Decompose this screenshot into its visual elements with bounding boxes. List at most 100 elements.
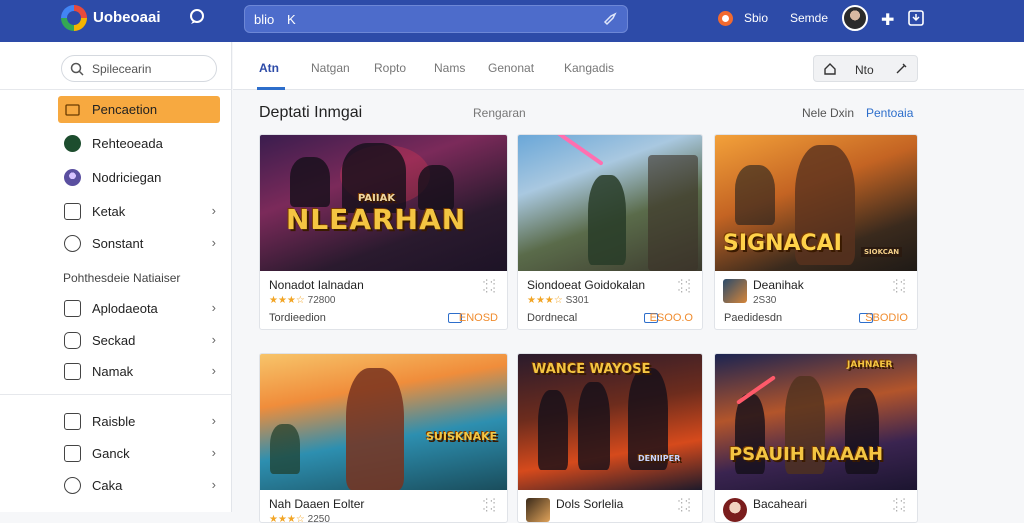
record-icon[interactable] — [718, 11, 733, 26]
game-title: Deanihak — [753, 278, 804, 292]
folder-icon — [64, 445, 81, 462]
game-price: ESOO.O — [649, 312, 693, 324]
tab-2[interactable]: Ropto — [374, 61, 406, 75]
game-cover-image: PAIIAK NLEARHAN — [260, 135, 507, 271]
edit-icon — [64, 413, 81, 430]
app-icon — [64, 300, 81, 317]
search-value: blio — [254, 12, 275, 27]
chevron-right-icon: › — [211, 332, 216, 347]
sidebar-item-label: Ketak — [92, 204, 126, 219]
game-card[interactable]: PAIIAK NLEARHAN Nonadot Ialnadan ★★★☆ 72… — [259, 134, 508, 330]
cover-art-title: SIGNACAI — [723, 231, 842, 256]
cover-art-title: SUISKNAKE — [426, 430, 498, 443]
game-card[interactable]: SUISKNAKE Nah Daaen Eolter ★★★☆ 2250 ⁖⁖ ⁖… — [259, 353, 508, 523]
game-thumbnail — [526, 498, 550, 522]
edit-icon — [895, 62, 908, 80]
game-card[interactable]: Siondoeat Goidokalan ★★★☆ S301 Dordnecal… — [517, 134, 703, 330]
game-price: ENOSD — [458, 312, 498, 324]
cover-art-title: WANCE WAYOSE — [532, 362, 651, 377]
chevron-right-icon: › — [211, 300, 216, 315]
rating-text: 2S30 — [753, 295, 777, 306]
header-link-1[interactable]: Sbio — [744, 11, 768, 25]
search-input[interactable]: blio K — [244, 5, 628, 33]
chat-icon[interactable] — [188, 8, 206, 31]
tab-5[interactable]: Kangadis — [564, 61, 614, 75]
game-title: Nah Daaen Eolter — [269, 497, 365, 511]
tab-1[interactable]: Natgan — [311, 61, 350, 75]
sidebar-item-label: Aplodaeota — [92, 301, 158, 316]
puzzle-icon[interactable]: ✚ — [881, 10, 894, 30]
rating-text: S301 — [565, 295, 589, 306]
document-icon — [64, 363, 81, 380]
game-title: Bacaheari — [753, 497, 808, 511]
sidebar-item-label: Rehteoeada — [92, 136, 163, 151]
more-options-icon[interactable]: ⁖⁖ ⁖⁖ — [892, 278, 907, 297]
tab-4[interactable]: Genonat — [488, 61, 534, 75]
sidebar-item-label: Pencaetion — [92, 102, 158, 117]
chevron-right-icon: › — [211, 413, 216, 428]
game-thumbnail — [723, 498, 747, 522]
sidebar-item-0[interactable]: Pencaetion — [58, 96, 220, 123]
divider — [0, 89, 232, 90]
game-card[interactable]: JAHNAER PSAUIH NAAAH Bacaheari ⁖⁖ ⁖⁖ — [714, 353, 918, 523]
cover-art-subtitle: JAHNAER — [847, 360, 893, 370]
rating-text: 2250 — [307, 514, 330, 523]
sidebar-bottom-item-0[interactable]: Raisble › — [58, 408, 220, 435]
game-title: Nonadot Ialnadan — [269, 278, 364, 292]
sidebar-item-1[interactable]: Rehteoeada — [58, 130, 220, 157]
channel-icon — [64, 135, 81, 152]
sidebar-search-input[interactable]: Spilecearin — [61, 55, 217, 82]
header-link-2[interactable]: Semde — [790, 11, 828, 25]
more-options-icon[interactable]: ⁖⁖ ⁖⁖ — [482, 278, 497, 297]
game-title: Dols Sorlelia — [556, 497, 624, 511]
sidebar-item-3[interactable]: Ketak › — [58, 198, 220, 225]
more-link[interactable]: Pentoaia — [866, 106, 913, 120]
rating: ★★★☆ S301 — [527, 295, 589, 306]
chevron-right-icon: › — [211, 203, 216, 218]
sidebar-bottom-item-2[interactable]: Caka › — [58, 472, 220, 499]
cover-art-subtitle: SIOKCAN — [861, 247, 903, 257]
home-button-label: Nto — [855, 63, 874, 77]
tab-0[interactable]: Atn — [259, 61, 279, 75]
user-icon — [64, 169, 81, 186]
more-options-icon[interactable]: ⁖⁖ ⁖⁖ — [677, 278, 692, 297]
avatar[interactable] — [842, 5, 868, 31]
search-clear-button[interactable]: K — [287, 12, 296, 27]
sidebar-bottom-item-1[interactable]: Ganck › — [58, 440, 220, 467]
game-card[interactable]: SIGNACAI SIOKCAN Deanihak 2S30 Paedidesd… — [714, 134, 918, 330]
app-logo-icon[interactable] — [61, 5, 87, 31]
game-thumbnail — [723, 279, 747, 303]
chevron-right-icon: › — [211, 235, 216, 250]
view-link[interactable]: Nele Dxin — [802, 106, 854, 120]
folder-icon — [64, 101, 81, 118]
app-title: Uobeoaai — [93, 9, 161, 26]
sidebar-item-label: Sonstant — [92, 236, 144, 251]
page-subtitle: Rengaran — [473, 106, 526, 120]
game-card[interactable]: WANCE WAYOSE DENIIPER Dols Sorlelia ⁖⁖ ⁖⁖ — [517, 353, 703, 523]
rating: ★★★☆ 2250 — [269, 514, 330, 523]
sidebar-section-item-2[interactable]: Namak › — [58, 358, 220, 385]
home-button[interactable]: Nto — [813, 55, 918, 82]
sidebar-section-item-0[interactable]: Aplodaeota › — [58, 295, 220, 322]
sidebar-item-label: Namak — [92, 364, 134, 379]
sidebar-item-label: Caka — [92, 478, 123, 493]
sidebar-item-4[interactable]: Sonstant › — [58, 230, 220, 257]
list-icon — [64, 203, 81, 220]
exit-icon[interactable] — [907, 10, 925, 31]
rating: 2S30 — [753, 295, 776, 306]
sidebar-section-item-1[interactable]: Seckad › — [58, 327, 220, 354]
chevron-right-icon: › — [211, 363, 216, 378]
game-cover-image: WANCE WAYOSE DENIIPER — [518, 354, 702, 490]
active-tab-indicator — [257, 87, 285, 90]
mic-icon[interactable] — [603, 12, 619, 31]
main-content: Atn Natgan Ropto Nams Genonat Kangadis N… — [233, 42, 1024, 523]
message-icon — [64, 332, 81, 349]
sidebar-item-2[interactable]: Nodriciegan — [58, 164, 220, 191]
sidebar-item-label: Nodriciegan — [92, 170, 162, 185]
chevron-right-icon: › — [211, 445, 216, 460]
section-label: Pohthesdeie Natiaiser — [63, 271, 181, 285]
sidebar-item-label: Ganck — [92, 446, 130, 461]
game-cover-image: SIGNACAI SIOKCAN — [715, 135, 917, 271]
sidebar-item-label: Seckad — [92, 333, 136, 348]
tab-3[interactable]: Nams — [434, 61, 465, 75]
